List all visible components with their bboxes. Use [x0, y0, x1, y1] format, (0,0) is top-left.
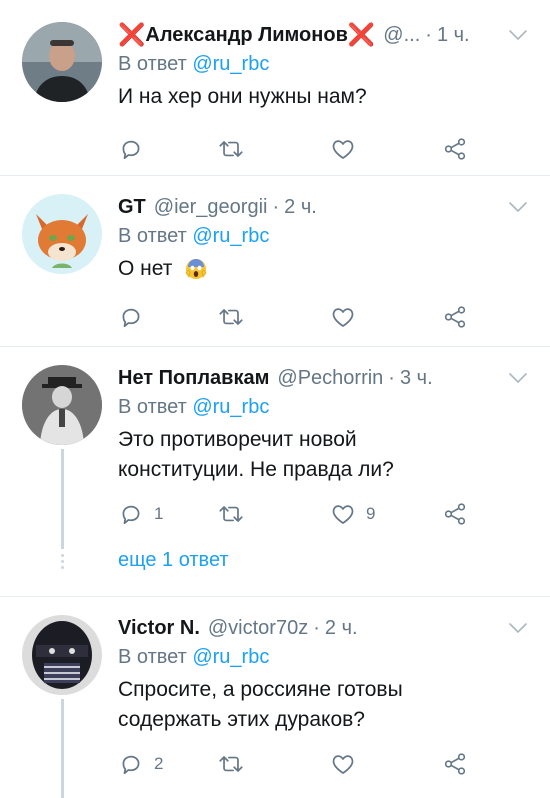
tweet-actions [118, 302, 488, 332]
reply-to-label: В ответ [118, 396, 187, 418]
reply-button[interactable] [118, 302, 154, 332]
tweet-actions: 1 9 [118, 499, 488, 529]
retweet-button[interactable] [216, 134, 246, 164]
tweet-text: О нет [118, 254, 530, 284]
separator: · [313, 617, 320, 639]
show-more-replies-link[interactable]: еще 1 ответ [118, 549, 229, 572]
tweet-header: ❌ Александр Лимонов ❌ @... · 1 ч. [118, 22, 530, 48]
reply-button[interactable]: 2 [118, 749, 163, 779]
reply-to-line: В ответ @ru_rbc [118, 222, 530, 250]
timestamp[interactable]: 2 ч. [325, 615, 358, 641]
avatar[interactable] [22, 615, 102, 695]
reply-icon [118, 751, 144, 777]
reply-to-label: В ответ [118, 53, 187, 75]
share-icon [442, 304, 468, 330]
share-button[interactable] [442, 134, 468, 164]
display-name[interactable]: GT [118, 194, 146, 220]
avatar[interactable] [22, 22, 102, 102]
display-name[interactable]: Александр Лимонов [145, 22, 347, 48]
thread-line [61, 699, 64, 798]
retweet-icon [216, 136, 246, 162]
user-handle[interactable]: @ier_georgii [154, 194, 268, 220]
reply-to-handle[interactable]: @ru_rbc [192, 53, 269, 75]
like-button[interactable]: 9 [330, 499, 375, 529]
reply-to-label: В ответ [118, 646, 187, 668]
reply-button[interactable]: 1 [118, 499, 163, 529]
user-handle[interactable]: @victor70z [208, 615, 308, 641]
like-icon [330, 136, 356, 162]
timestamp[interactable]: 1 ч. [437, 22, 470, 48]
share-button[interactable] [442, 499, 468, 529]
tweet-header: Victor N. @victor70z · 2 ч. [118, 615, 530, 641]
reply-to-label: В ответ [118, 225, 187, 247]
user-handle[interactable]: @Pechorrin [277, 365, 383, 391]
reply-icon [118, 304, 144, 330]
tweet-header: Нет Поплавкам @Pechorrin · 3 ч. [118, 365, 530, 391]
avatar-image [22, 194, 102, 274]
tweet-text: Это противоречит новой конституции. Не п… [118, 428, 394, 481]
tweet[interactable]: Нет Поплавкам @Pechorrin · 3 ч. В ответ … [0, 347, 550, 595]
tweet-text: Спросите, а россияне готовы содержать эт… [118, 678, 403, 731]
reply-button[interactable] [118, 134, 154, 164]
reply-to-handle[interactable]: @ru_rbc [192, 225, 269, 247]
chevron-down-icon[interactable] [508, 200, 528, 214]
avatar[interactable] [22, 365, 102, 445]
tweet-header: GT @ier_georgii · 2 ч. [118, 194, 530, 220]
share-icon [442, 501, 468, 527]
thread-dots [60, 551, 65, 572]
timestamp[interactable]: 3 ч. [400, 365, 433, 391]
tweet-actions [118, 134, 488, 164]
retweet-button[interactable] [216, 499, 246, 529]
separator: · [272, 196, 280, 218]
thread-line [61, 449, 64, 549]
retweet-icon [216, 304, 246, 330]
share-button[interactable] [442, 749, 468, 779]
like-button[interactable] [330, 134, 366, 164]
like-icon [330, 501, 356, 527]
reply-to-line: В ответ @ru_rbc [118, 393, 530, 421]
like-icon [330, 304, 356, 330]
share-icon [442, 136, 468, 162]
retweet-button[interactable] [216, 302, 246, 332]
display-name[interactable]: Нет Поплавкам [118, 365, 269, 391]
tweet-text-content: О нет [118, 257, 173, 280]
reply-to-handle[interactable]: @ru_rbc [192, 646, 269, 668]
screaming-face-emoji-icon [185, 259, 207, 280]
reply-to-line: В ответ @ru_rbc [118, 643, 530, 671]
tweet-actions: 2 [118, 749, 488, 779]
reply-icon [118, 501, 144, 527]
tweet[interactable]: GT @ier_georgii · 2 ч. В ответ @ru_rbc О… [0, 176, 550, 346]
cross-mark-icon: ❌ [118, 22, 146, 47]
chevron-down-icon[interactable] [508, 371, 528, 385]
chevron-down-icon[interactable] [508, 621, 528, 635]
reply-icon [118, 136, 144, 162]
like-button[interactable] [330, 749, 366, 779]
reply-count: 1 [154, 504, 164, 523]
like-count: 9 [366, 504, 376, 523]
separator: · [425, 24, 432, 46]
avatar-image [22, 22, 102, 102]
timestamp[interactable]: 2 ч. [284, 194, 317, 220]
reply-to-line: В ответ @ru_rbc [118, 50, 530, 78]
share-button[interactable] [442, 302, 468, 332]
like-button[interactable] [330, 302, 366, 332]
cross-mark-icon: ❌ [347, 22, 376, 47]
reply-to-handle[interactable]: @ru_rbc [192, 396, 269, 418]
share-icon [442, 751, 468, 777]
retweet-icon [216, 751, 246, 777]
retweet-icon [216, 501, 246, 527]
display-name[interactable]: Victor N. [118, 615, 200, 641]
reply-count: 2 [154, 754, 164, 773]
avatar-image [22, 615, 102, 695]
chevron-down-icon[interactable] [508, 28, 528, 42]
avatar-image [22, 365, 102, 445]
tweet[interactable]: ❌ Александр Лимонов ❌ @... · 1 ч. В отве… [0, 0, 550, 175]
like-icon [330, 751, 356, 777]
retweet-button[interactable] [216, 749, 246, 779]
avatar[interactable] [22, 194, 102, 274]
user-handle[interactable]: @... [383, 22, 420, 48]
tweet[interactable]: Victor N. @victor70z · 2 ч. В ответ @ru_… [0, 597, 550, 798]
separator: · [388, 367, 395, 389]
tweet-text: И на хер они нужны нам? [118, 85, 367, 108]
